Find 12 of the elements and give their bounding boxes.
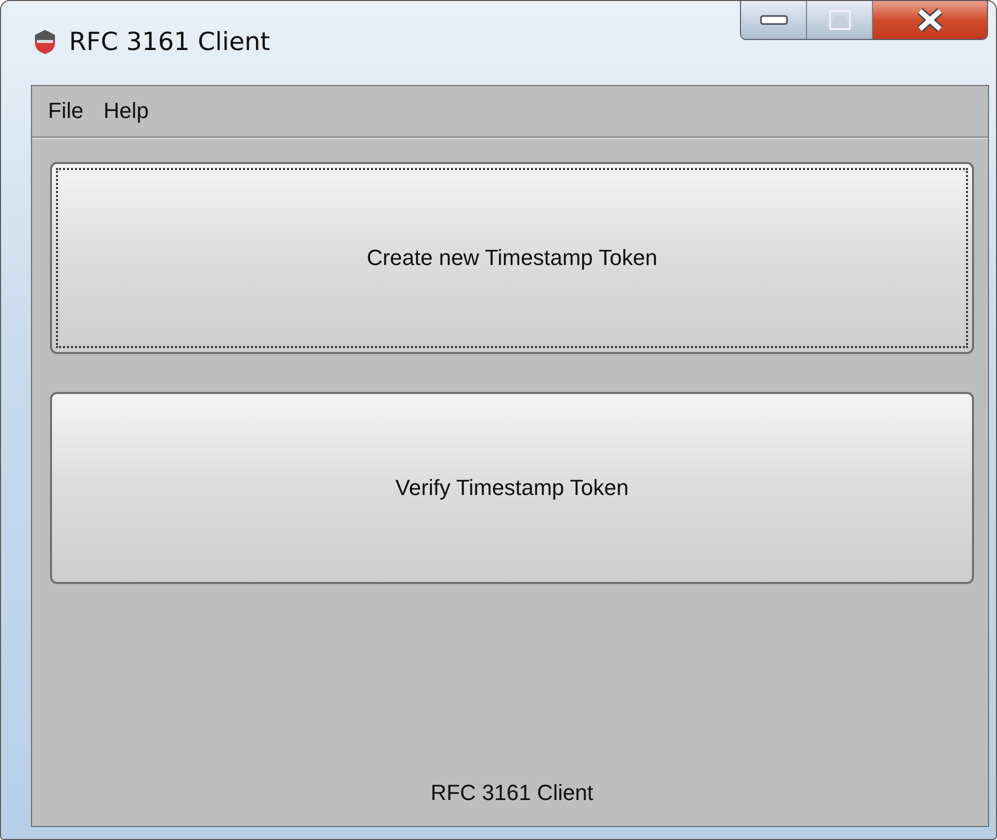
close-icon <box>916 8 944 32</box>
maximize-icon <box>828 10 850 30</box>
window-title: RFC 3161 Client <box>69 27 270 56</box>
close-button[interactable] <box>873 1 987 39</box>
action-button[interactable]: Verify Timestamp Token <box>50 392 974 584</box>
menu-item[interactable]: File <box>40 94 92 128</box>
action-button[interactable]: Create new Timestamp Token <box>50 162 974 354</box>
status-text: RFC 3161 Client <box>430 780 594 806</box>
shield-icon <box>33 28 57 54</box>
minimize-icon <box>760 14 788 26</box>
minimize-button[interactable] <box>741 1 807 39</box>
menu-item[interactable]: Help <box>95 94 157 128</box>
